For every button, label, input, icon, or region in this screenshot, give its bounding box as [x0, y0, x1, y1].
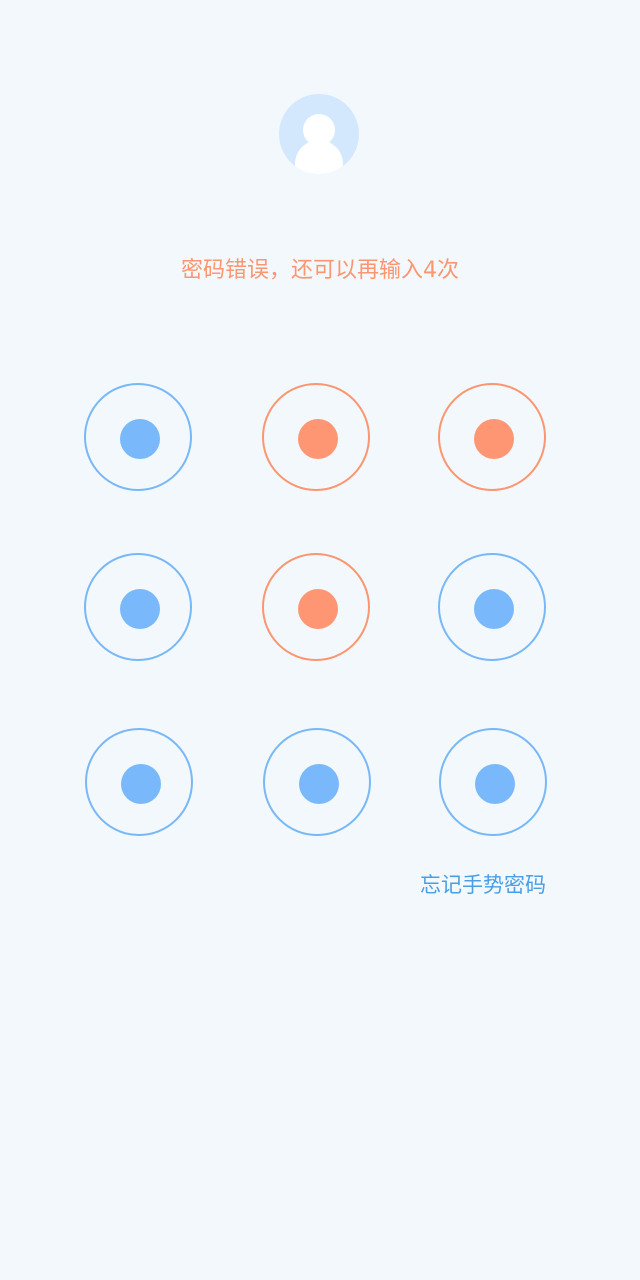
gesture-dot: [474, 419, 514, 459]
gesture-dot: [298, 589, 338, 629]
gesture-dot: [120, 419, 160, 459]
gesture-dot: [474, 589, 514, 629]
gesture-dot: [121, 764, 161, 804]
gesture-node-3-2[interactable]: [263, 728, 371, 836]
forgot-gesture-link[interactable]: 忘记手势密码: [420, 870, 546, 900]
gesture-dot: [299, 764, 339, 804]
gesture-node-2-3[interactable]: [438, 553, 546, 661]
gesture-node-2-1[interactable]: [84, 553, 192, 661]
gesture-grid: [0, 0, 640, 1280]
gesture-dot: [475, 764, 515, 804]
gesture-node-3-3[interactable]: [439, 728, 547, 836]
gesture-node-1-2[interactable]: [262, 383, 370, 491]
gesture-node-1-3[interactable]: [438, 383, 546, 491]
gesture-dot: [120, 589, 160, 629]
gesture-node-1-1[interactable]: [84, 383, 192, 491]
gesture-node-3-1[interactable]: [85, 728, 193, 836]
gesture-dot: [298, 419, 338, 459]
gesture-node-2-2[interactable]: [262, 553, 370, 661]
